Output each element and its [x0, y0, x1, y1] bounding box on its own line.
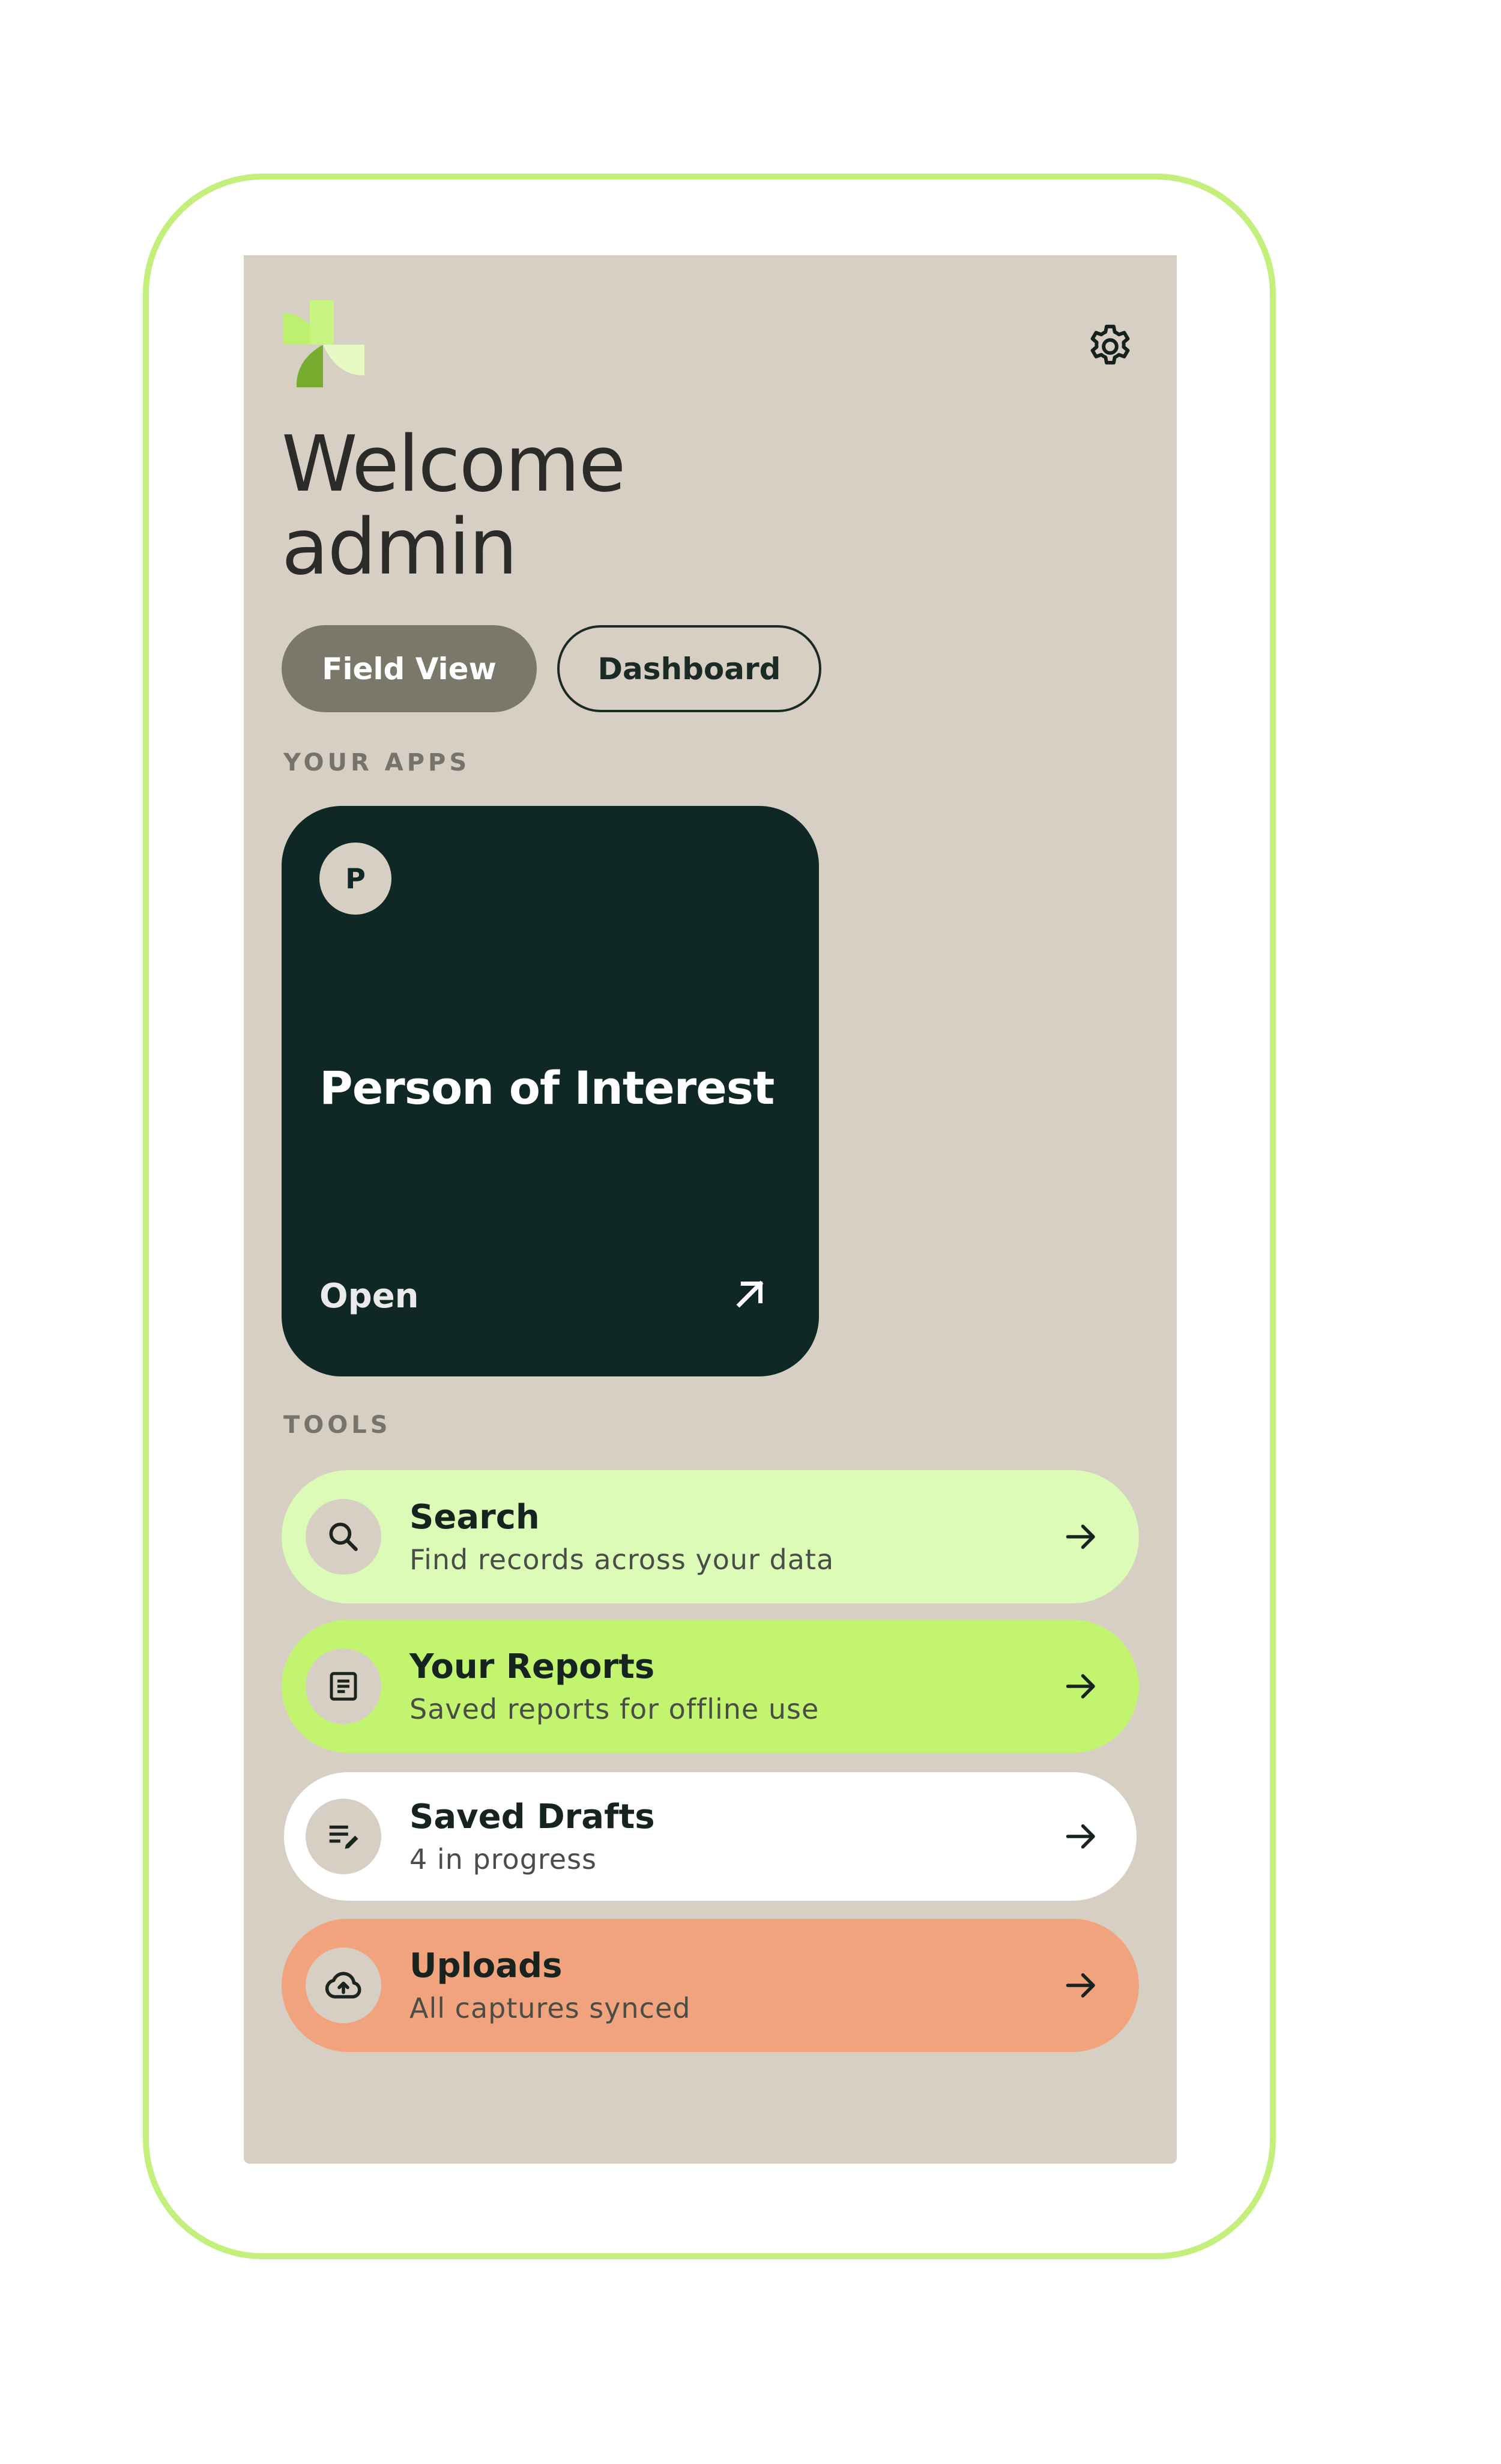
edit-list-icon [306, 1799, 381, 1874]
app-screen: Welcome admin Field View Dashboard YOUR … [244, 255, 1177, 2164]
app-title: Person of Interest [319, 1061, 775, 1115]
arrow-right-icon [1066, 1824, 1095, 1849]
tool-your-reports[interactable]: Your Reports Saved reports for offline u… [282, 1620, 1139, 1753]
cloud-upload-icon [306, 1948, 381, 2023]
dashboard-tab[interactable]: Dashboard [557, 625, 821, 712]
tool-subtitle: 4 in progress [409, 1843, 597, 1875]
settings-gear-button[interactable] [1083, 319, 1137, 374]
pinwheel-logo-icon [283, 300, 364, 387]
tool-title: Search [409, 1498, 540, 1537]
tool-search[interactable]: Search Find records across your data [282, 1470, 1139, 1603]
app-card-person-of-interest[interactable]: P Person of Interest Open [282, 806, 819, 1376]
app-open-label: Open [319, 1277, 419, 1316]
tools-heading: TOOLS [283, 1411, 391, 1439]
tool-subtitle: Saved reports for offline use [409, 1693, 820, 1725]
welcome-heading: Welcome admin [282, 420, 626, 592]
tool-saved-drafts[interactable]: Saved Drafts 4 in progress [282, 1770, 1139, 1903]
tool-title: Uploads [409, 1946, 563, 1985]
arrow-right-icon [1066, 1973, 1095, 1998]
tool-subtitle: All captures synced [409, 1992, 691, 2024]
gear-icon [1090, 324, 1130, 365]
arrow-up-right-icon [736, 1280, 764, 1308]
tool-subtitle: Find records across your data [409, 1543, 835, 1576]
search-icon [306, 1499, 381, 1575]
tool-title: Your Reports [409, 1647, 655, 1686]
tool-title: Saved Drafts [409, 1797, 655, 1836]
arrow-right-icon [1066, 1674, 1095, 1699]
document-icon [306, 1648, 381, 1724]
app-badge: P [319, 843, 391, 915]
username-line: admin [282, 503, 518, 592]
tool-uploads[interactable]: Uploads All captures synced [282, 1919, 1139, 2052]
field-view-tab[interactable]: Field View [282, 625, 537, 712]
your-apps-heading: YOUR APPS [283, 749, 471, 776]
welcome-line: Welcome [282, 420, 626, 509]
arrow-right-icon [1066, 1524, 1095, 1549]
